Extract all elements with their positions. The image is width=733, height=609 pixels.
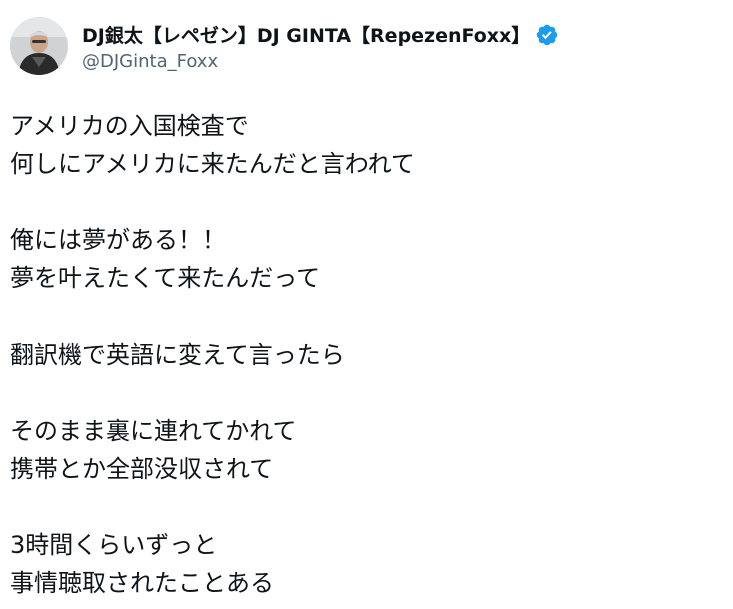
user-handle[interactable]: @DJGinta_Foxx: [82, 51, 559, 72]
display-name[interactable]: DJ銀太【レペゼン】DJ GINTA【RepezenFoxx】: [82, 21, 530, 48]
tweet-line: 翻訳機で英語に変えて言ったら: [10, 340, 345, 369]
user-info: DJ銀太【レペゼン】DJ GINTA【RepezenFoxx】 @DJGinta…: [82, 21, 559, 72]
tweet-line: アメリカの入国検査で: [10, 112, 249, 140]
avatar[interactable]: [10, 17, 68, 75]
tweet-line: そのまま裏に連れてかれて: [10, 416, 297, 445]
avatar-image: [10, 17, 68, 75]
tweet-line: 事情聴取されたことある: [10, 569, 274, 598]
tweet-line: 夢を叶えたくて来たんだって: [10, 264, 321, 293]
tweet-line: 何しにアメリカに来たんだと言われて: [10, 150, 415, 179]
tweet-card: DJ銀太【レペゼン】DJ GINTA【RepezenFoxx】 @DJGinta…: [0, 0, 733, 609]
name-row: DJ銀太【レペゼン】DJ GINTA【RepezenFoxx】: [82, 21, 559, 49]
tweet-text: アメリカの入国検査で 何しにアメリカに来たんだと言われて 俺には夢がある！！ 夢…: [10, 107, 725, 602]
tweet-line: 3時間くらいずっと: [10, 531, 218, 560]
tweet-header: DJ銀太【レペゼン】DJ GINTA【RepezenFoxx】 @DJGinta…: [10, 16, 559, 76]
verified-badge-icon: [535, 23, 559, 47]
tweet-line: 携帯とか全部没収されて: [10, 454, 274, 483]
tweet-line: 俺には夢がある！！: [10, 226, 226, 255]
